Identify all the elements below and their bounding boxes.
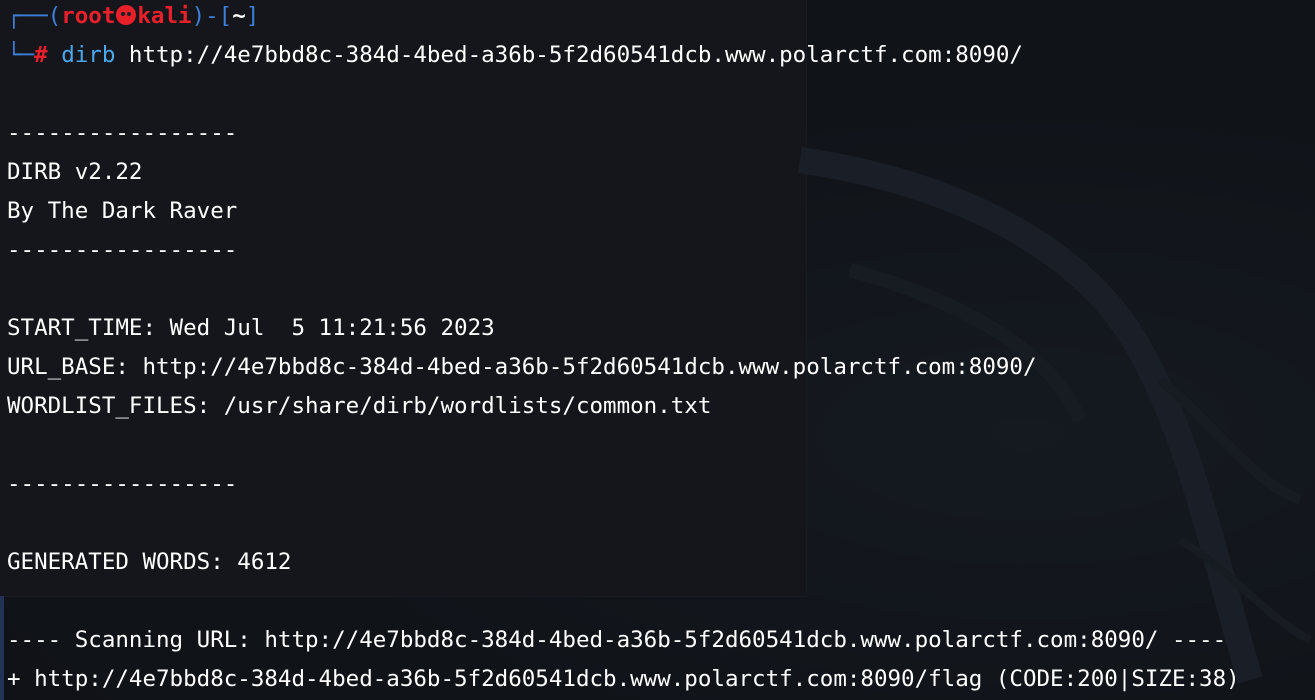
- prompt-line-2: └─# dirb http://4e7bbd8c-384d-4bed-a36b-…: [7, 36, 1023, 75]
- url-base: URL_BASE: http://4e7bbd8c-384d-4bed-a36b…: [7, 354, 1037, 380]
- kali-skull-icon: [116, 5, 137, 25]
- wordlist-files: WORDLIST_FILES: /usr/share/dirb/wordlist…: [7, 393, 712, 419]
- prompt-hash: #: [34, 42, 48, 68]
- dirb-author: By The Dark Raver: [7, 198, 238, 224]
- separator-line: -----------------: [7, 471, 238, 497]
- start-time: START_TIME: Wed Jul 5 11:21:56 2023: [7, 315, 495, 341]
- prompt-box-bottom: └─: [7, 42, 35, 68]
- prompt-cwd: ~: [232, 3, 246, 29]
- command-argument: http://4e7bbd8c-384d-4bed-a36b-5f2d60541…: [128, 42, 1023, 68]
- prompt-line-1: ┌──(root kali)-[~]: [7, 0, 259, 36]
- scanning-url: ---- Scanning URL: http://4e7bbd8c-384d-…: [7, 627, 1227, 653]
- scan-result: + http://4e7bbd8c-384d-4bed-a36b-5f2d605…: [7, 666, 1240, 692]
- separator-line: -----------------: [7, 120, 238, 146]
- dirb-version: DIRB v2.22: [7, 159, 143, 185]
- prompt-mid: )-[: [191, 3, 233, 29]
- prompt-host: kali: [137, 3, 192, 29]
- prompt-user: root: [61, 3, 116, 29]
- generated-words: GENERATED WORDS: 4612: [7, 549, 292, 575]
- terminal-window[interactable]: ┌──(root kali)-[~] └─# dirb http://4e7bbd…: [0, 0, 1315, 700]
- prompt-close: ]: [245, 3, 260, 29]
- separator-line: -----------------: [7, 237, 238, 263]
- command-name: dirb: [61, 42, 116, 68]
- prompt-box-top: ┌──(: [7, 3, 62, 29]
